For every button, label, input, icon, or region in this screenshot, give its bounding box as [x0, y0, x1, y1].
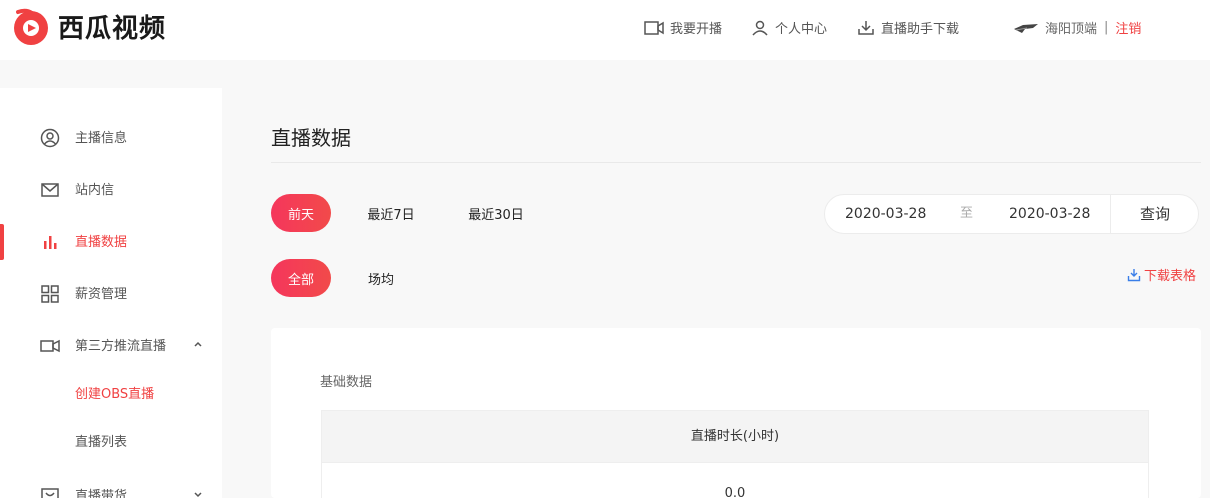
end-date-input[interactable] — [1009, 195, 1119, 233]
date-range-separator: 至 — [960, 206, 974, 221]
download-icon — [858, 20, 874, 35]
chevron-up-icon[interactable] — [192, 338, 204, 350]
brand-name: 西瓜视频 — [58, 13, 167, 44]
chevron-down-icon[interactable] — [192, 488, 204, 498]
sidebar: 主播信息 站内信 直播数据 薪资管理 第三方推流直播 创建OBS直播 直播列表 … — [0, 88, 222, 498]
top-header: 西瓜视频 我要开播 个人中心 直播助手下载 海阳顶端 | 注销 — [0, 0, 1210, 60]
avatar[interactable] — [1013, 21, 1039, 35]
tab-all[interactable]: 全部 — [271, 259, 331, 297]
sidebar-item-inbox[interactable]: 站内信 — [0, 168, 222, 208]
video-icon — [40, 339, 60, 353]
tab-average-per-session[interactable]: 场均 — [352, 259, 410, 297]
mail-icon — [41, 183, 59, 197]
nav-go-live-label: 我要开播 — [670, 22, 723, 37]
sidebar-item-label: 直播带货 — [75, 488, 128, 498]
logout-link[interactable]: 注销 — [1115, 18, 1141, 37]
sidebar-subitem-create-obs[interactable]: 创建OBS直播 — [75, 383, 154, 402]
sidebar-item-label: 站内信 — [75, 182, 115, 198]
sidebar-item-label: 主播信息 — [75, 130, 128, 146]
sidebar-subitem-live-list[interactable]: 直播列表 — [75, 431, 127, 450]
tab-last-7-days[interactable]: 最近7日 — [352, 194, 430, 232]
sidebar-item-third-party-stream[interactable]: 第三方推流直播 — [0, 324, 222, 364]
user-icon — [752, 20, 768, 36]
shop-icon — [41, 488, 59, 498]
basic-data-card: 基础数据 直播时长(小时) 0.0 — [271, 328, 1201, 498]
active-indicator — [0, 224, 4, 260]
date-range-picker: 至 查询 — [824, 194, 1199, 234]
user-name[interactable]: 海阳顶端 — [1045, 18, 1097, 37]
camera-icon — [644, 20, 664, 35]
table-cell-duration: 0.0 — [724, 486, 746, 498]
sidebar-item-live-data[interactable]: 直播数据 — [0, 220, 222, 260]
user-separator: | — [1104, 20, 1109, 35]
sidebar-item-label: 薪资管理 — [75, 286, 128, 302]
title-divider — [271, 162, 1201, 163]
tab-last-30-days[interactable]: 最近30日 — [454, 194, 538, 232]
sidebar-item-live-commerce[interactable]: 直播带货 — [0, 474, 222, 498]
sidebar-item-anchor-info[interactable]: 主播信息 — [0, 116, 222, 156]
sidebar-item-label: 第三方推流直播 — [75, 338, 167, 354]
user-area: 海阳顶端 | 注销 — [1013, 18, 1141, 37]
user-circle-icon — [40, 128, 60, 148]
nav-assistant-download-label: 直播助手下载 — [881, 22, 960, 37]
main-content: 直播数据 前天 最近7日 最近30日 至 查询 全部 场均 下载表格 基础数据 … — [222, 88, 1210, 498]
bar-chart-icon — [44, 236, 57, 249]
page-title: 直播数据 — [271, 126, 351, 150]
table-header-duration: 直播时长(小时) — [322, 411, 1148, 463]
nav-assistant-download[interactable]: 直播助手下载 — [857, 18, 959, 37]
download-icon — [1127, 268, 1141, 281]
card-title: 基础数据 — [320, 375, 373, 390]
grid-icon — [41, 285, 59, 303]
xigua-logo-icon — [14, 8, 48, 45]
basic-data-table: 直播时长(小时) 0.0 — [321, 410, 1149, 498]
sidebar-item-salary[interactable]: 薪资管理 — [0, 272, 222, 312]
query-button[interactable]: 查询 — [1111, 195, 1199, 233]
nav-personal-center[interactable]: 个人中心 — [751, 18, 827, 37]
tab-day-before-yesterday[interactable]: 前天 — [271, 194, 331, 232]
start-date-input[interactable] — [845, 195, 955, 233]
download-table-label: 下载表格 — [1144, 269, 1197, 284]
nav-go-live[interactable]: 我要开播 — [644, 18, 722, 37]
logo[interactable]: 西瓜视频 — [12, 7, 166, 45]
sidebar-item-label: 直播数据 — [75, 234, 128, 250]
download-table-link[interactable]: 下载表格 — [1127, 265, 1196, 284]
nav-personal-center-label: 个人中心 — [775, 22, 828, 37]
